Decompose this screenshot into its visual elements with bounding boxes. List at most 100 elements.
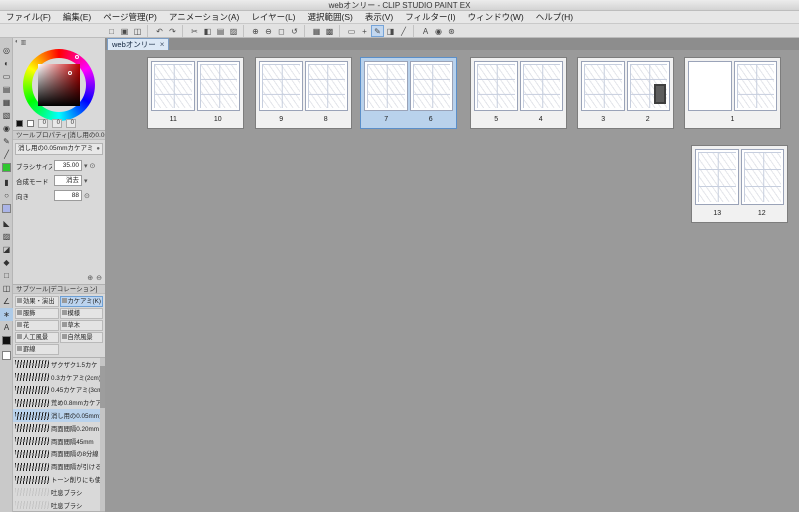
menu-edit[interactable]: 編集(E) [57,11,97,23]
decoration-tool[interactable]: ∗ [0,308,13,321]
menu-selection[interactable]: 選択範囲(S) [302,11,359,23]
brush-item[interactable]: 0.45カケアミ(3cm) [13,384,105,397]
frame-border-tool[interactable]: ◫ [0,282,13,295]
main-color-icon[interactable] [16,120,23,127]
brush-list-scrollbar[interactable] [100,358,105,511]
open-icon[interactable]: ▣ [118,25,131,37]
gradient-tool[interactable]: ▨ [0,230,13,243]
page-thumb-4[interactable] [519,61,563,111]
brush-item[interactable]: 吐息ブラシ [13,499,105,511]
detail-setting-icon[interactable]: ⊖ [96,274,102,282]
text-icon[interactable]: A [419,25,432,37]
page-thumb-6[interactable] [409,61,453,111]
page-spread-5-4[interactable]: 5 4 [470,57,567,129]
brush-item[interactable]: 両面間隔が引ける線 [13,460,105,473]
undo-icon[interactable]: ↶ [153,25,166,37]
menu-window[interactable]: ウィンドウ(W) [462,11,530,23]
frame-icon[interactable]: ◨ [384,25,397,37]
page-spread-1[interactable]: 1 [684,57,781,129]
grid-icon[interactable]: ▦ [310,25,323,37]
dropdown-icon[interactable]: ▾ [84,177,88,185]
category-nature[interactable]: 自然風景 [59,332,103,343]
line-icon[interactable]: ╱ [397,25,410,37]
page-thumb-5[interactable] [474,61,518,111]
blend-tool[interactable]: ◆ [0,256,13,269]
rotate-icon[interactable]: ↺ [288,25,301,37]
add-setting-icon[interactable]: ⊕ [87,274,93,282]
menu-help[interactable]: ヘルプ(H) [530,11,579,23]
page-thumb-10[interactable] [196,61,240,111]
brush-item[interactable]: 荒め0.8mmカケアミ [13,396,105,409]
source-setting-icon[interactable]: ⊙ [90,162,96,170]
layer-move-tool[interactable]: ▤ [0,83,13,96]
menu-file[interactable]: ファイル(F) [0,11,57,23]
brush-item[interactable]: 両面間隔0.20mm [13,422,105,435]
category-effect[interactable]: 効果・演出 [15,296,59,307]
airbrush-tool[interactable]: ○ [0,189,13,202]
copy-icon[interactable]: ◧ [201,25,214,37]
hand-tool[interactable]: ◐ [0,57,13,70]
fill-tool[interactable]: ◣ [0,217,13,230]
menu-filter[interactable]: フィルター(I) [399,11,461,23]
color-wheel-tab-icon[interactable]: ◐ [15,39,19,46]
text-tool[interactable]: A [0,321,13,334]
paste-icon[interactable]: ▤ [214,25,227,37]
page-spread-3-2[interactable]: 3 2 [577,57,674,129]
category-flower[interactable]: 花 [15,320,59,331]
dropdown-icon[interactable]: ▾ [84,162,88,170]
page-spread-9-8[interactable]: 9 8 [255,57,352,129]
snap-icon[interactable]: ▩ [323,25,336,37]
pen-icon[interactable]: ✎ [371,24,384,37]
redo-icon[interactable]: ↷ [166,25,179,37]
zoom-in-icon[interactable]: ⊕ [249,25,262,37]
page-thumb-3[interactable] [581,61,625,111]
brush-item[interactable]: トーン削りにも使える線 [13,473,105,486]
brush-item[interactable]: 両面間隔の8分線 [13,448,105,461]
page-thumb-13[interactable] [695,149,739,205]
new-icon[interactable]: □ [105,25,118,37]
sv-marker[interactable] [68,71,72,75]
category-clothing[interactable]: 服飾 [15,308,59,319]
green-swatch[interactable] [0,163,13,176]
eraser-tool[interactable]: ◪ [0,243,13,256]
tab-close-icon[interactable]: × [160,40,165,50]
eyedropper-icon[interactable]: ◉ [432,25,445,37]
page-thumb-2[interactable] [626,61,670,111]
sub-color-icon[interactable] [27,120,34,127]
page-thumb-11[interactable] [151,61,195,111]
category-kakeami[interactable]: カケアミ(K) [59,296,103,307]
category-artificial[interactable]: 人工風景 [15,332,59,343]
scrollbar-thumb[interactable] [100,366,105,408]
brush-item[interactable]: ザクザク1.5カケ [13,358,105,371]
menu-view[interactable]: 表示(V) [359,11,399,23]
pen-tool[interactable]: ✎ [0,135,13,148]
save-icon[interactable]: ◫ [131,25,144,37]
move-icon[interactable]: + [358,25,371,37]
page-thumb-7[interactable] [364,61,408,111]
saturation-value-square[interactable] [38,64,80,106]
settings-icon[interactable]: ⊛ [445,25,458,37]
tab-webonly[interactable]: webオンリー × [107,38,170,50]
category-plants[interactable]: 草木 [59,320,103,331]
page-thumb-9[interactable] [259,61,303,111]
zoom-out-icon[interactable]: ⊖ [262,25,275,37]
pencil-tool[interactable]: ╱ [0,148,13,161]
page-spread-7-6-selected[interactable]: 7 6 [360,57,457,129]
page-spread-11-10[interactable]: 11 10 [147,57,244,129]
blend-mode-select[interactable]: 消去 [54,175,82,186]
delete-icon[interactable]: ▨ [227,25,240,37]
source-setting-icon[interactable]: ⊙ [84,192,90,200]
page-spread-13-12[interactable]: 13 12 [691,145,788,223]
object-tool[interactable]: ▭ [0,70,13,83]
direction-input[interactable]: 88 [54,190,82,201]
lasso-tool[interactable]: ▧ [0,109,13,122]
zoom-tool[interactable]: ◎ [0,44,13,57]
brush-tool[interactable]: ▮ [0,176,13,189]
select-icon[interactable]: ▭ [345,25,358,37]
brush-item-selected[interactable]: 消し用の0.05mmカケアミ [13,409,105,422]
selection-tool[interactable]: ▦ [0,96,13,109]
ruler-tool[interactable]: ∠ [0,295,13,308]
shape-tool[interactable]: □ [0,269,13,282]
menu-page-manage[interactable]: ページ管理(P) [97,11,163,23]
hue-marker[interactable] [75,55,79,59]
